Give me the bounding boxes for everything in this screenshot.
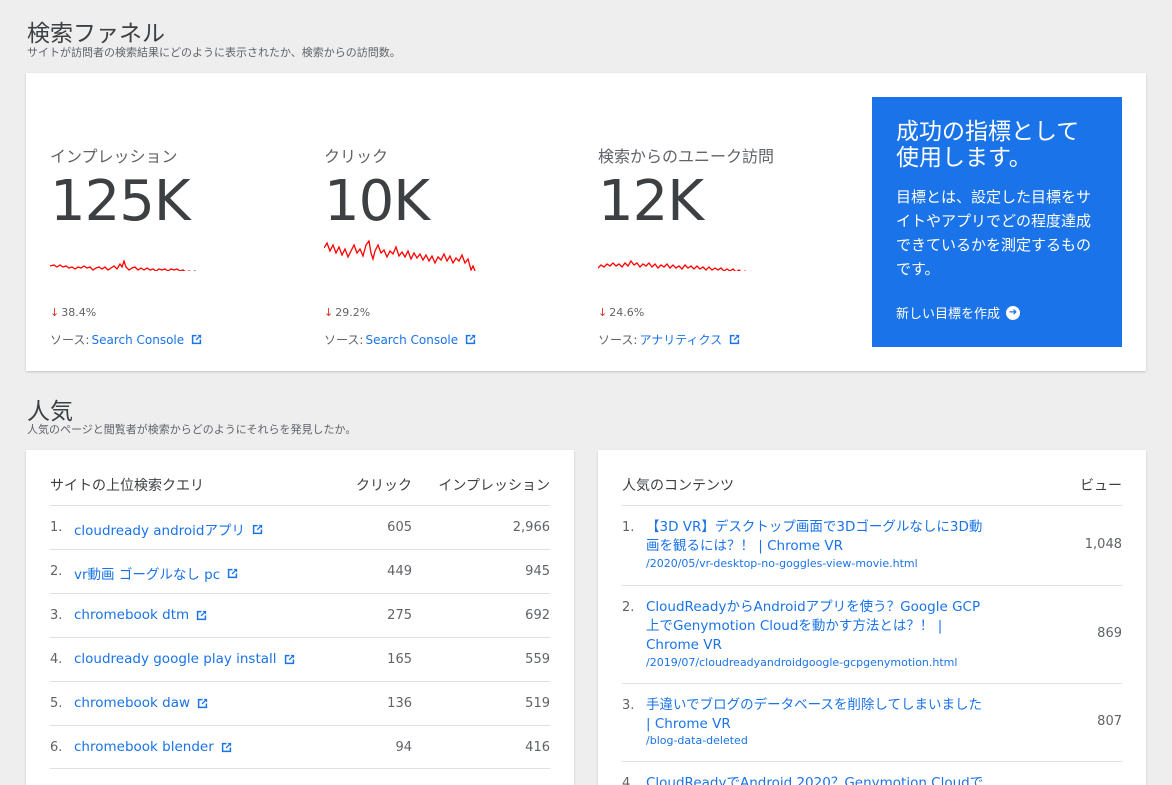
- row-number: 2.: [50, 564, 63, 579]
- content-title-link[interactable]: 手違いでブログのデータベースを削除してしまいました | Chrome VR: [646, 696, 986, 734]
- query-clicks: 449: [387, 564, 412, 579]
- query-impressions: 692: [525, 608, 550, 623]
- table-row: 4. CloudReadyでAndroid 2020？Genymotion Cl…: [622, 761, 1122, 785]
- external-link-icon: [197, 610, 207, 620]
- query-impressions: 559: [525, 652, 550, 667]
- funnel-card: インプレッション 125K ↓ 38.4% ソース: Search Console…: [26, 73, 1146, 371]
- metric-label: 検索からのユニーク訪問: [598, 147, 775, 166]
- query-link[interactable]: chromebook dtm: [74, 607, 208, 623]
- content-header-views: ビュー: [1080, 478, 1122, 494]
- metric-source: ソース: アナリティクス: [598, 331, 741, 348]
- promo-body: 目標とは、設定した目標をサイトやアプリでどの程度達成できているかを測定するもので…: [896, 188, 1092, 278]
- metric-change: ↓ 38.4%: [50, 306, 97, 319]
- queries-header-clicks: クリック: [356, 478, 412, 494]
- content-views: 807: [1097, 714, 1122, 729]
- table-row: 3. chromebook dtm 275 692: [50, 593, 550, 637]
- content-views: 1,048: [1084, 537, 1122, 552]
- source-link[interactable]: アナリティクス: [639, 331, 722, 348]
- query-clicks: 275: [387, 608, 412, 623]
- content-title-link[interactable]: CloudReadyからAndroidアプリを使う？Google GCP上でGe…: [646, 598, 986, 655]
- create-goal-label: 新しい目標を作成: [896, 307, 1001, 322]
- clicks-sparkline: [324, 239, 476, 271]
- query-link[interactable]: vr動画 ゴーグルなし pc: [74, 563, 239, 583]
- table-row: 3. 手違いでブログのデータベースを削除してしまいました | Chrome VR…: [622, 683, 1122, 761]
- table-row: 2. vr動画 ゴーグルなし pc 449 945: [50, 549, 550, 593]
- down-arrow-icon: ↓: [598, 306, 608, 319]
- content-path: /blog-data-deleted: [646, 734, 748, 747]
- query-impressions: 945: [525, 564, 550, 579]
- external-link-icon: [252, 524, 263, 534]
- query-link[interactable]: cloudready google play install: [74, 651, 296, 667]
- funnel-subtitle: サイトが訪問者の検索結果にどのように表示されたか、検索からの訪問数。: [27, 46, 401, 59]
- external-link-icon: [197, 698, 208, 708]
- goals-promo-panel: 成功の指標として使用します。 目標とは、設定した目標をサイトやアプリでどの程度達…: [872, 97, 1122, 347]
- row-number: 1.: [50, 520, 63, 535]
- table-row: 2. CloudReadyからAndroidアプリを使う？Google GCP上…: [622, 585, 1122, 683]
- query-clicks: 605: [387, 520, 412, 535]
- row-number: 4.: [622, 776, 635, 785]
- query-clicks: 136: [387, 696, 412, 711]
- top-queries-card: サイトの上位検索クエリ クリック インプレッション 1. cloudready …: [26, 450, 574, 785]
- promo-title: 成功の指標として使用します。: [896, 119, 1080, 171]
- query-link[interactable]: chromebook daw: [74, 695, 209, 711]
- row-number: 2.: [622, 600, 635, 615]
- query-impressions: 519: [525, 696, 550, 711]
- source-prefix: ソース:: [598, 333, 638, 347]
- row-number: 5.: [50, 696, 63, 711]
- external-link-icon[interactable]: [464, 333, 477, 346]
- table-row: 1. 【3D VR】デスクトップ画面で3Dゴーグルなしに3D動画を観るには？！ …: [622, 505, 1122, 585]
- impressions-sparkline: [50, 258, 196, 271]
- query-link[interactable]: cloudready androidアプリ: [74, 519, 264, 539]
- table-row: 6. chromebook blender 94 416: [50, 725, 550, 769]
- external-link-icon: [221, 742, 231, 752]
- table-row: 1. cloudready androidアプリ 605 2,966: [50, 505, 550, 549]
- source-prefix: ソース:: [50, 333, 90, 347]
- external-link-icon: [227, 568, 238, 578]
- queries-header-query: サイトの上位検索クエリ: [50, 478, 204, 494]
- content-views: 869: [1097, 626, 1122, 641]
- external-link-icon[interactable]: [190, 333, 203, 346]
- source-link[interactable]: Search Console: [91, 333, 184, 347]
- external-link-icon[interactable]: [728, 333, 741, 346]
- popular-content-card: 人気のコンテンツ ビュー 1. 【3D VR】デスクトップ画面で3Dゴーグルなし…: [598, 450, 1146, 785]
- row-number: 3.: [50, 608, 63, 623]
- arrow-right-circle-icon: ➜: [1006, 305, 1021, 320]
- metric-label: インプレッション: [50, 147, 178, 166]
- create-goal-link[interactable]: 新しい目標を作成 ➜: [896, 303, 1021, 322]
- metric-source: ソース: Search Console: [324, 331, 477, 348]
- source-prefix: ソース:: [324, 333, 364, 347]
- down-arrow-icon: ↓: [50, 306, 60, 319]
- popular-subtitle: 人気のページと閲覧者が検索からどのようにそれらを発見したか。: [27, 423, 357, 436]
- content-header-title: 人気のコンテンツ: [622, 478, 734, 494]
- metric-change: ↓ 24.6%: [598, 306, 645, 319]
- table-row: 5. chromebook daw 136 519: [50, 681, 550, 725]
- query-clicks: 94: [395, 740, 412, 755]
- content-path: /2020/05/vr-desktop-no-goggles-view-movi…: [646, 557, 918, 570]
- row-number: 4.: [50, 652, 63, 667]
- funnel-title: 検索ファネル: [27, 21, 165, 47]
- query-clicks: 165: [387, 652, 412, 667]
- row-number: 1.: [622, 520, 635, 535]
- metric-source: ソース: Search Console: [50, 331, 203, 348]
- query-link[interactable]: chromebook blender: [74, 739, 233, 755]
- metric-change: ↓ 29.2%: [324, 306, 371, 319]
- query-impressions: 2,966: [512, 520, 550, 535]
- metric-label: クリック: [324, 147, 389, 166]
- content-title-link[interactable]: 【3D VR】デスクトップ画面で3Dゴーグルなしに3D動画を観るには？！ | C…: [646, 518, 986, 556]
- external-link-icon: [284, 654, 294, 664]
- down-arrow-icon: ↓: [324, 306, 334, 319]
- content-title-link[interactable]: CloudReadyでAndroid 2020？Genymotion Cloud…: [646, 774, 986, 785]
- row-number: 3.: [622, 698, 635, 713]
- row-number: 6.: [50, 740, 63, 755]
- content-path: /2019/07/cloudreadyandroidgoogle-gcpgeny…: [646, 656, 958, 669]
- queries-header-impressions: インプレッション: [438, 478, 550, 494]
- unique-visits-sparkline: [598, 259, 746, 271]
- table-row: 4. cloudready google play install 165 55…: [50, 637, 550, 681]
- query-impressions: 416: [525, 740, 550, 755]
- source-link[interactable]: Search Console: [365, 333, 458, 347]
